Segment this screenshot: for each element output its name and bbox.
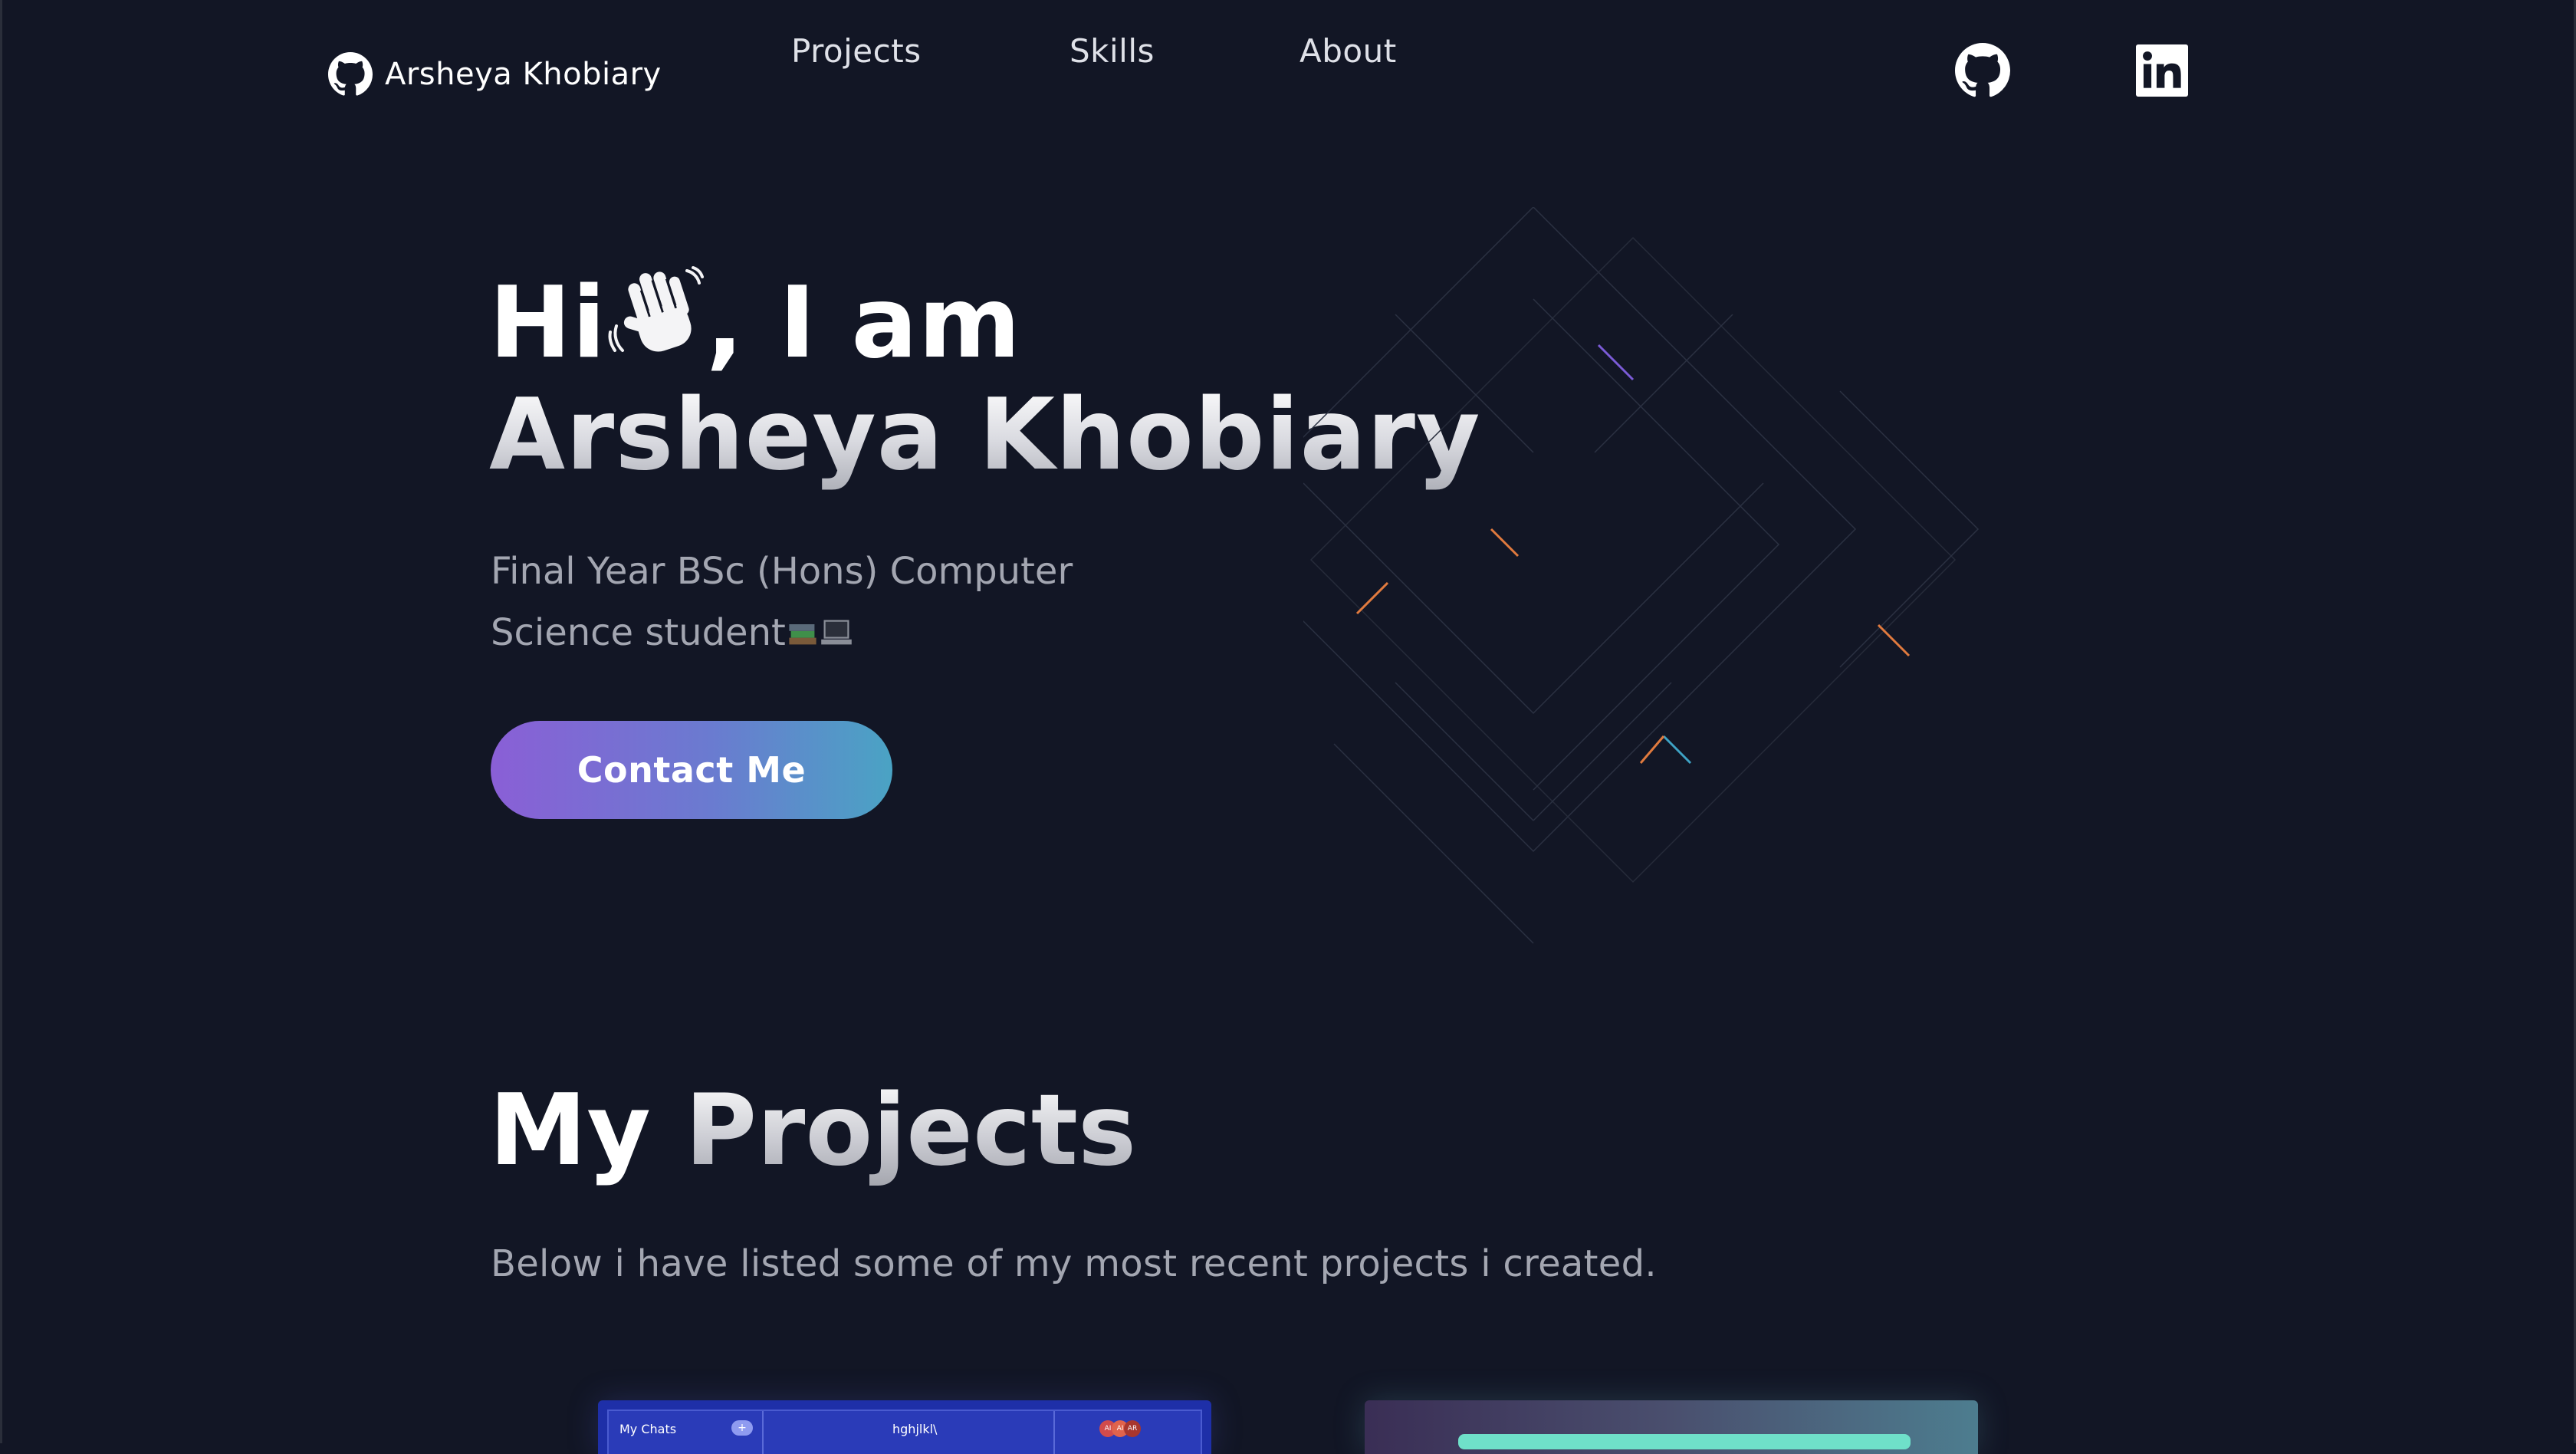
project-card-screenshot: My Chats + hghjlkl\ AI AI AR [607, 1410, 1202, 1454]
greeting-prefix: Hi [489, 266, 606, 380]
projects-heading-word1: My [489, 1074, 651, 1188]
projects-heading: My Projects [489, 1074, 1136, 1189]
projects-heading-word2: Projects [685, 1074, 1137, 1188]
project-card-preview-bar [1458, 1434, 1911, 1449]
chat-add-icon: + [731, 1420, 753, 1436]
decorative-grid-graphic [1303, 207, 1980, 944]
waving-hand-icon [608, 266, 704, 352]
nav-link-skills[interactable]: Skills [1070, 32, 1155, 70]
window-frame [0, 0, 2576, 1443]
hero-subtitle: Final Year BSc (Hons) Computer Science s… [491, 541, 1227, 663]
project-card-chat[interactable]: My Chats + hghjlkl\ AI AI AR [598, 1400, 1211, 1454]
brand-name: Arsheya Khobiary [385, 57, 662, 92]
hero-subtitle-text: Final Year BSc (Hons) Computer Science s… [491, 550, 1073, 654]
brand-link[interactable]: Arsheya Khobiary [328, 48, 662, 101]
linkedin-icon [2136, 44, 2188, 97]
github-icon [328, 52, 373, 96]
github-link[interactable] [1955, 43, 2010, 98]
contact-me-button[interactable]: Contact Me [491, 721, 892, 819]
linkedin-link[interactable] [2136, 44, 2188, 97]
avatar: AR [1124, 1420, 1141, 1437]
avatar-group: AI AI AR [1099, 1420, 1141, 1437]
greeting-suffix: , I am [706, 266, 1022, 380]
divider [762, 1411, 764, 1454]
chat-list-title: My Chats [619, 1422, 677, 1436]
nav-link-projects[interactable]: Projects [791, 32, 922, 70]
nav-link-about[interactable]: About [1300, 32, 1397, 70]
chat-header-text: hghjlkl\ [892, 1422, 938, 1436]
laptop-icon [821, 620, 852, 645]
project-card-second[interactable] [1365, 1400, 1978, 1454]
divider [1053, 1411, 1055, 1454]
projects-description: Below i have listed some of my most rece… [491, 1242, 1657, 1285]
github-icon [1955, 43, 2010, 97]
books-icon [789, 624, 816, 645]
